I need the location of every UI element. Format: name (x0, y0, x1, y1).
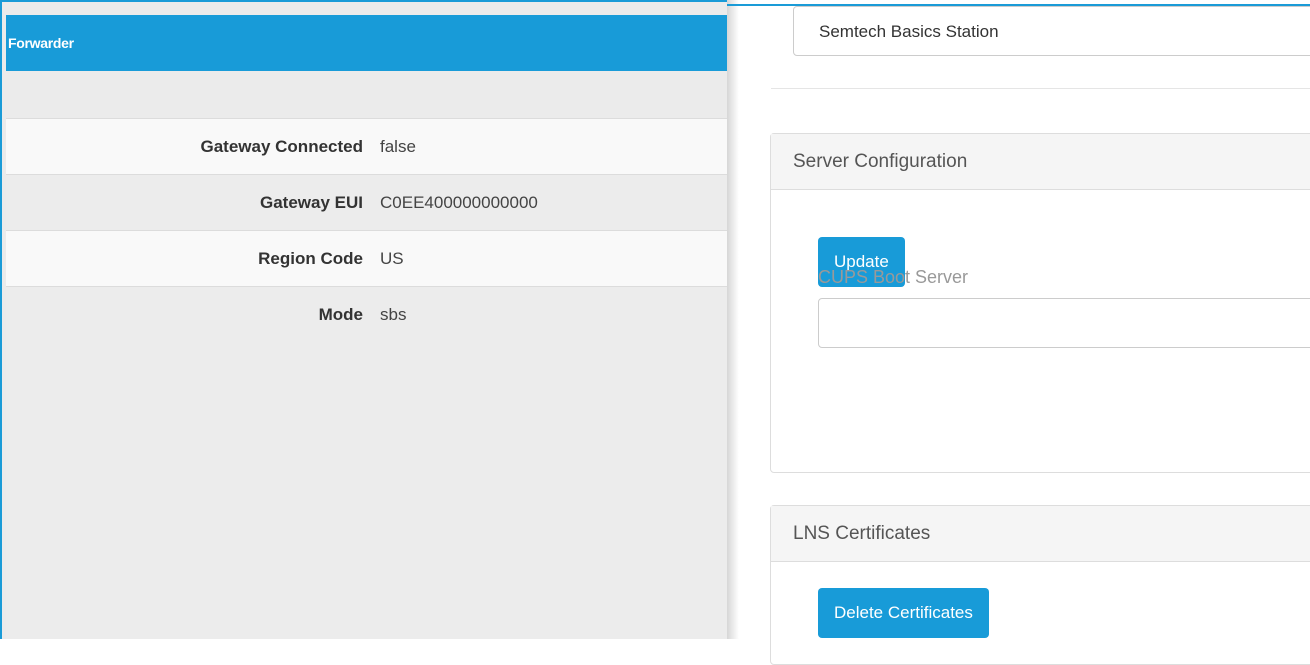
info-value: US (380, 249, 404, 268)
lns-certificates-header: LNS Certificates (771, 506, 1310, 562)
cups-boot-server-input[interactable] (818, 298, 1310, 348)
mode-select-value: Semtech Basics Station (819, 22, 999, 41)
info-label: Mode (318, 305, 363, 324)
info-label: Gateway EUI (260, 193, 363, 212)
server-configuration-title: Server Configuration (793, 151, 968, 172)
section-divider (771, 88, 1310, 89)
mode-select[interactable]: Semtech Basics Station (793, 6, 1310, 56)
forwarder-title: Forwarder (8, 35, 74, 51)
info-value: sbs (380, 305, 407, 324)
info-row-gateway-eui: Gateway EUI C0EE400000000000 (6, 174, 727, 230)
server-configuration-card: Server Configuration Update CUPS Boot Se… (770, 133, 1310, 473)
server-configuration-header: Server Configuration (771, 134, 1310, 190)
lns-certificates-title: LNS Certificates (793, 523, 931, 544)
info-value: false (380, 137, 416, 156)
info-label: Gateway Connected (200, 137, 364, 156)
panel-shadow (727, 0, 739, 639)
lns-certificates-card: LNS Certificates Delete Certificates (770, 505, 1310, 665)
info-row-mode: Mode sbs (6, 286, 727, 639)
info-row-gateway-connected: Gateway Connected false (6, 118, 727, 174)
cups-boot-server-label: CUPS Boot Server (818, 267, 969, 287)
info-label: Region Code (258, 249, 363, 268)
delete-certificates-button[interactable]: Delete Certificates (818, 588, 989, 638)
info-row-region-code: Region Code US (6, 230, 727, 286)
info-value: C0EE400000000000 (380, 193, 538, 212)
forwarder-header: Forwarder (6, 15, 727, 71)
